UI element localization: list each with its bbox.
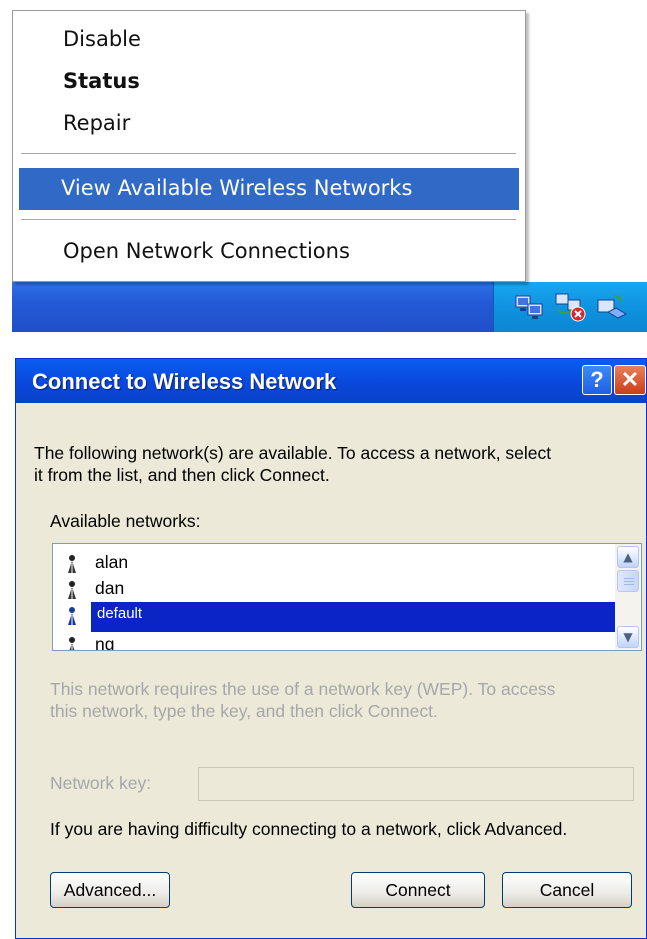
menu-item-open-network-connections[interactable]: Open Network Connections <box>63 239 350 263</box>
network-name: ng <box>95 634 115 651</box>
network-name: alan <box>95 552 129 572</box>
network-key-field[interactable] <box>198 767 634 801</box>
network-context-menu: Disable Status Repair View Available Wir… <box>12 10 526 282</box>
advanced-help-text: If you are having difficulty connecting … <box>50 819 568 839</box>
antenna-icon <box>69 637 75 650</box>
thumb-grip <box>624 584 634 585</box>
network-connection-icon[interactable] <box>514 292 548 322</box>
connect-to-wireless-network-dialog: Connect to Wireless Network ? ✕ The foll… <box>15 358 647 939</box>
intro-text: The following network(s) are available. … <box>34 443 552 463</box>
thumb-grip <box>624 581 634 582</box>
wep-info-text: This network requires the use of a netwo… <box>50 679 556 699</box>
wireless-network-icon[interactable] <box>594 292 628 322</box>
available-networks-label: Available networks: <box>50 511 201 531</box>
scroll-down-button[interactable]: ▼ <box>617 626 639 648</box>
thumb-grip <box>624 578 634 579</box>
cancel-button[interactable]: Cancel <box>502 872 632 908</box>
close-button[interactable]: ✕ <box>614 365 646 395</box>
network-list-item[interactable]: dan <box>53 576 615 602</box>
menu-item-status[interactable]: Status <box>63 69 140 93</box>
list-scrollbar[interactable]: ▲ ▼ <box>615 544 641 650</box>
advanced-button[interactable]: Advanced... <box>50 872 170 908</box>
network-name: dan <box>95 578 125 598</box>
network-name: default <box>97 605 143 622</box>
antenna-icon <box>68 581 76 599</box>
network-list-item[interactable]: ng <box>53 632 615 651</box>
menu-item-disable[interactable]: Disable <box>63 27 141 51</box>
scroll-thumb[interactable] <box>617 570 639 592</box>
system-tray <box>493 282 647 332</box>
network-list-item[interactable]: alan <box>53 550 615 576</box>
menu-item-view-available-wireless-networks[interactable]: View Available Wireless Networks <box>19 168 519 210</box>
intro-text: it from the list, and then click Connect… <box>34 465 330 485</box>
connect-button[interactable]: Connect <box>351 872 485 908</box>
help-button[interactable]: ? <box>582 365 612 395</box>
dialog-title: Connect to Wireless Network <box>32 369 337 394</box>
dialog-titlebar[interactable]: Connect to Wireless Network ? ✕ <box>16 359 646 403</box>
menu-separator <box>21 153 516 155</box>
network-disconnected-icon[interactable] <box>554 292 588 322</box>
menu-separator <box>21 219 516 221</box>
network-list-item-selected[interactable]: default <box>53 602 615 632</box>
selection-highlight <box>91 602 615 632</box>
available-networks-list[interactable]: alan dan default ng ▲ ▼ <box>52 543 642 651</box>
network-key-label: Network key: <box>50 773 152 793</box>
antenna-icon <box>68 555 76 573</box>
menu-item-label: View Available Wireless Networks <box>61 176 413 200</box>
antenna-icon <box>68 607 76 625</box>
menu-item-repair[interactable]: Repair <box>63 111 130 135</box>
scroll-up-button[interactable]: ▲ <box>617 546 639 568</box>
wep-info-text: this network, type the key, and then cli… <box>50 701 438 721</box>
